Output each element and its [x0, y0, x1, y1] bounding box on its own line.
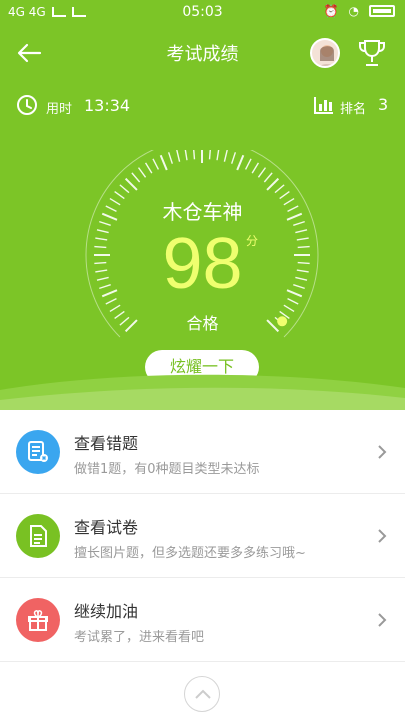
battery-icon: [369, 5, 395, 17]
scroll-up-button[interactable]: [184, 676, 220, 712]
gauge-tick: [184, 150, 188, 161]
list-item-wrong-questions[interactable]: 查看错题 做错1题，有0种题目类型未达标: [0, 410, 405, 494]
wifi-icon: ◔: [348, 4, 359, 18]
gauge-tick: [137, 167, 147, 178]
list-item-view-paper[interactable]: 查看试卷 擅长图片题，但多选题还要多多练习哦~: [0, 494, 405, 578]
rank-value: 3: [378, 95, 389, 114]
gauge-tick: [251, 162, 260, 174]
gauge-tick: [159, 154, 168, 171]
clock-icon: [17, 95, 37, 115]
gauge-tick: [208, 150, 211, 160]
chevron-up-icon: [195, 689, 211, 699]
gauge-tick: [236, 154, 245, 171]
gauge-tick: [176, 150, 181, 162]
gauge-tick: [152, 158, 160, 170]
action-subtitle: 考试累了，进来看看吧: [74, 630, 205, 645]
user-nickname: 木仓车神: [162, 200, 243, 224]
gauge-tick: [193, 150, 196, 160]
gauge-tick: [257, 167, 267, 178]
action-list: 查看错题 做错1题，有0种题目类型未达标 查看试卷 擅长图片题，但多选题还要多多…: [0, 410, 405, 662]
gauge-tick: [119, 184, 130, 194]
ranking-icon: [314, 97, 333, 114]
chevron-right-icon: [378, 529, 387, 543]
wrong-question-icon: [16, 430, 60, 474]
paper-icon: [16, 514, 60, 558]
score-panel: 4G 4G 05:03 ⏰ ◔ 考试成绩 用时 13:34 排名 3 木仓车神 …: [0, 0, 405, 410]
metrics-row: 用时 13:34 排名 3: [0, 94, 405, 122]
score-unit: 分: [246, 234, 259, 248]
gauge-tick: [144, 162, 153, 174]
used-time-label: 用时: [46, 102, 73, 117]
gauge-tick: [223, 150, 228, 162]
action-subtitle: 做错1题，有0种题目类型未达标: [74, 462, 260, 477]
pass-status: 合格: [186, 314, 219, 333]
status-bar: 4G 4G 05:03 ⏰ ◔: [0, 0, 405, 26]
action-title: 继续加油: [74, 602, 139, 621]
wave-decoration: [0, 374, 405, 410]
rank-label: 排名: [340, 102, 367, 117]
action-subtitle: 擅长图片题，但多选题还要多多练习哦~: [74, 546, 306, 561]
exam-score: 98: [162, 224, 243, 304]
action-title: 查看错题: [74, 434, 139, 453]
list-item-keep-going[interactable]: 继续加油 考试累了，进来看看吧: [0, 578, 405, 662]
gauge-tick: [244, 158, 252, 170]
chevron-right-icon: [378, 613, 387, 627]
gauge-tick: [274, 184, 285, 194]
chevron-right-icon: [378, 445, 387, 459]
gauge-tick: [266, 177, 280, 191]
gauge-tick: [167, 152, 174, 164]
gauge-tick: [230, 152, 237, 164]
gauge-tick: [131, 172, 141, 183]
title-bar: 考试成绩: [0, 26, 405, 80]
used-time-value: 13:34: [84, 96, 131, 115]
gauge-tick: [263, 172, 273, 183]
gauge-tick: [124, 177, 138, 191]
page-title: 考试成绩: [166, 44, 239, 65]
alarm-icon: ⏰: [323, 4, 339, 18]
action-title: 查看试卷: [74, 518, 139, 537]
status-icons: ⏰ ◔: [324, 4, 395, 18]
gift-icon: [16, 598, 60, 642]
trophy-icon[interactable]: [358, 38, 386, 68]
gauge-tick: [216, 150, 220, 161]
avatar[interactable]: [310, 38, 340, 68]
